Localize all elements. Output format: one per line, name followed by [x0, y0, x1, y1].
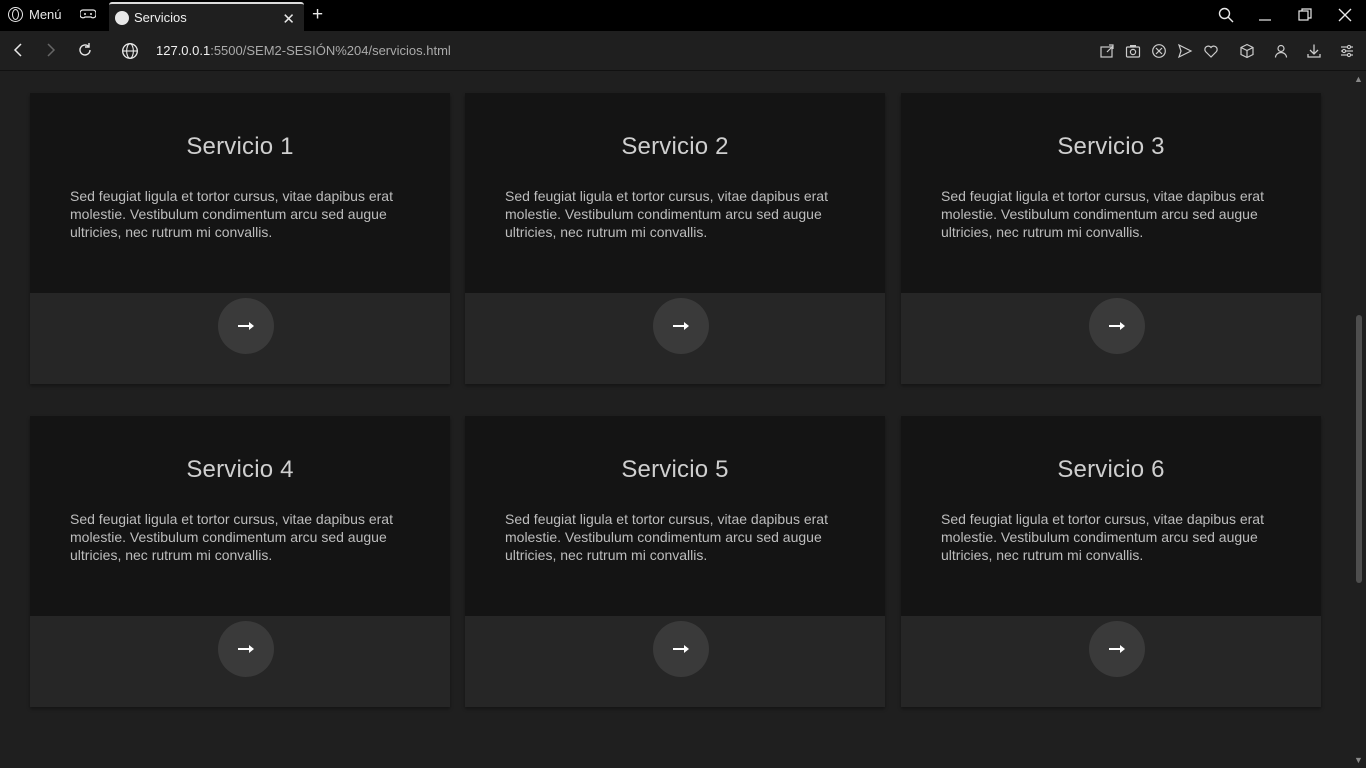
card-arrow-button[interactable]	[1089, 621, 1145, 677]
send-icon[interactable]	[1177, 43, 1193, 59]
new-tab-icon[interactable]: +	[312, 4, 323, 26]
card-arrow-button[interactable]	[653, 621, 709, 677]
address-bar: 127.0.0.1:5500/SEM2-SESIÓN%204/servicios…	[0, 31, 1366, 71]
browser-tab-bar: Menú Servicios ✕ +	[0, 0, 1366, 31]
card-title: Servicio 5	[621, 456, 729, 483]
scroll-thumb[interactable]	[1356, 315, 1362, 583]
service-card: Servicio 5 Sed feugiat ligula et tortor …	[465, 416, 885, 707]
share-icon[interactable]	[1099, 43, 1115, 59]
download-icon[interactable]	[1306, 43, 1322, 59]
opera-menu-button[interactable]: Menú	[8, 7, 62, 22]
cube-icon[interactable]	[1239, 43, 1255, 59]
url-path: :5500/SEM2-SESIÓN%204/servicios.html	[210, 43, 451, 58]
opera-logo-icon	[8, 7, 23, 22]
card-text: Sed feugiat ligula et tortor cursus, vit…	[505, 188, 828, 240]
card-text: Sed feugiat ligula et tortor cursus, vit…	[941, 188, 1264, 240]
scroll-down-icon[interactable]: ▼	[1354, 755, 1363, 765]
card-title: Servicio 6	[1057, 456, 1165, 483]
adblock-icon[interactable]	[1151, 43, 1167, 59]
tab-servicios[interactable]: Servicios ✕	[109, 2, 304, 31]
back-icon[interactable]	[9, 41, 27, 59]
card-title: Servicio 4	[186, 456, 294, 483]
tab-title: Servicios	[134, 10, 187, 25]
arrow-right-icon	[1109, 322, 1125, 330]
service-card: Servicio 1 Sed feugiat ligula et tortor …	[30, 93, 450, 384]
page-viewport: Servicio 1 Sed feugiat ligula et tortor …	[0, 71, 1351, 768]
card-arrow-button[interactable]	[218, 298, 274, 354]
close-tab-icon[interactable]: ✕	[282, 10, 295, 28]
card-arrow-button[interactable]	[218, 621, 274, 677]
minimize-icon[interactable]	[1258, 8, 1272, 22]
card-text: Sed feugiat ligula et tortor cursus, vit…	[505, 511, 828, 563]
globe-icon	[115, 10, 129, 25]
arrow-right-icon	[238, 645, 254, 653]
forward-icon[interactable]	[42, 41, 60, 59]
menu-label: Menú	[29, 7, 62, 22]
gamepad-icon[interactable]	[80, 8, 96, 20]
card-text: Sed feugiat ligula et tortor cursus, vit…	[70, 188, 393, 240]
card-text: Sed feugiat ligula et tortor cursus, vit…	[941, 511, 1264, 563]
restore-icon[interactable]	[1298, 8, 1312, 22]
arrow-right-icon	[238, 322, 254, 330]
reload-icon[interactable]	[76, 41, 94, 59]
vertical-scrollbar[interactable]: ▲ ▼	[1351, 71, 1366, 768]
scroll-up-icon[interactable]: ▲	[1354, 74, 1363, 84]
service-card: Servicio 6 Sed feugiat ligula et tortor …	[901, 416, 1321, 707]
profile-icon[interactable]	[1273, 43, 1289, 59]
close-window-icon[interactable]	[1338, 8, 1352, 22]
service-card: Servicio 2 Sed feugiat ligula et tortor …	[465, 93, 885, 384]
card-text: Sed feugiat ligula et tortor cursus, vit…	[70, 511, 393, 563]
card-body: Servicio 1 Sed feugiat ligula et tortor …	[30, 93, 450, 293]
site-info-globe-icon[interactable]	[121, 42, 139, 60]
url-host: 127.0.0.1	[156, 43, 211, 58]
service-card: Servicio 3 Sed feugiat ligula et tortor …	[901, 93, 1321, 384]
card-title: Servicio 3	[1057, 133, 1165, 160]
card-arrow-button[interactable]	[653, 298, 709, 354]
card-body: Servicio 5 Sed feugiat ligula et tortor …	[465, 416, 885, 616]
camera-icon[interactable]	[1125, 43, 1141, 59]
arrow-right-icon	[673, 645, 689, 653]
arrow-right-icon	[1109, 645, 1125, 653]
arrow-right-icon	[673, 322, 689, 330]
search-tabs-icon[interactable]	[1218, 7, 1234, 23]
service-card: Servicio 4 Sed feugiat ligula et tortor …	[30, 416, 450, 707]
card-body: Servicio 3 Sed feugiat ligula et tortor …	[901, 93, 1321, 293]
easy-setup-icon[interactable]	[1339, 43, 1355, 59]
card-title: Servicio 1	[186, 133, 294, 160]
card-body: Servicio 2 Sed feugiat ligula et tortor …	[465, 93, 885, 293]
heart-icon[interactable]	[1203, 43, 1219, 59]
card-body: Servicio 4 Sed feugiat ligula et tortor …	[30, 416, 450, 616]
card-body: Servicio 6 Sed feugiat ligula et tortor …	[901, 416, 1321, 616]
card-title: Servicio 2	[621, 133, 729, 160]
url-field[interactable]: 127.0.0.1:5500/SEM2-SESIÓN%204/servicios…	[156, 43, 451, 58]
card-arrow-button[interactable]	[1089, 298, 1145, 354]
